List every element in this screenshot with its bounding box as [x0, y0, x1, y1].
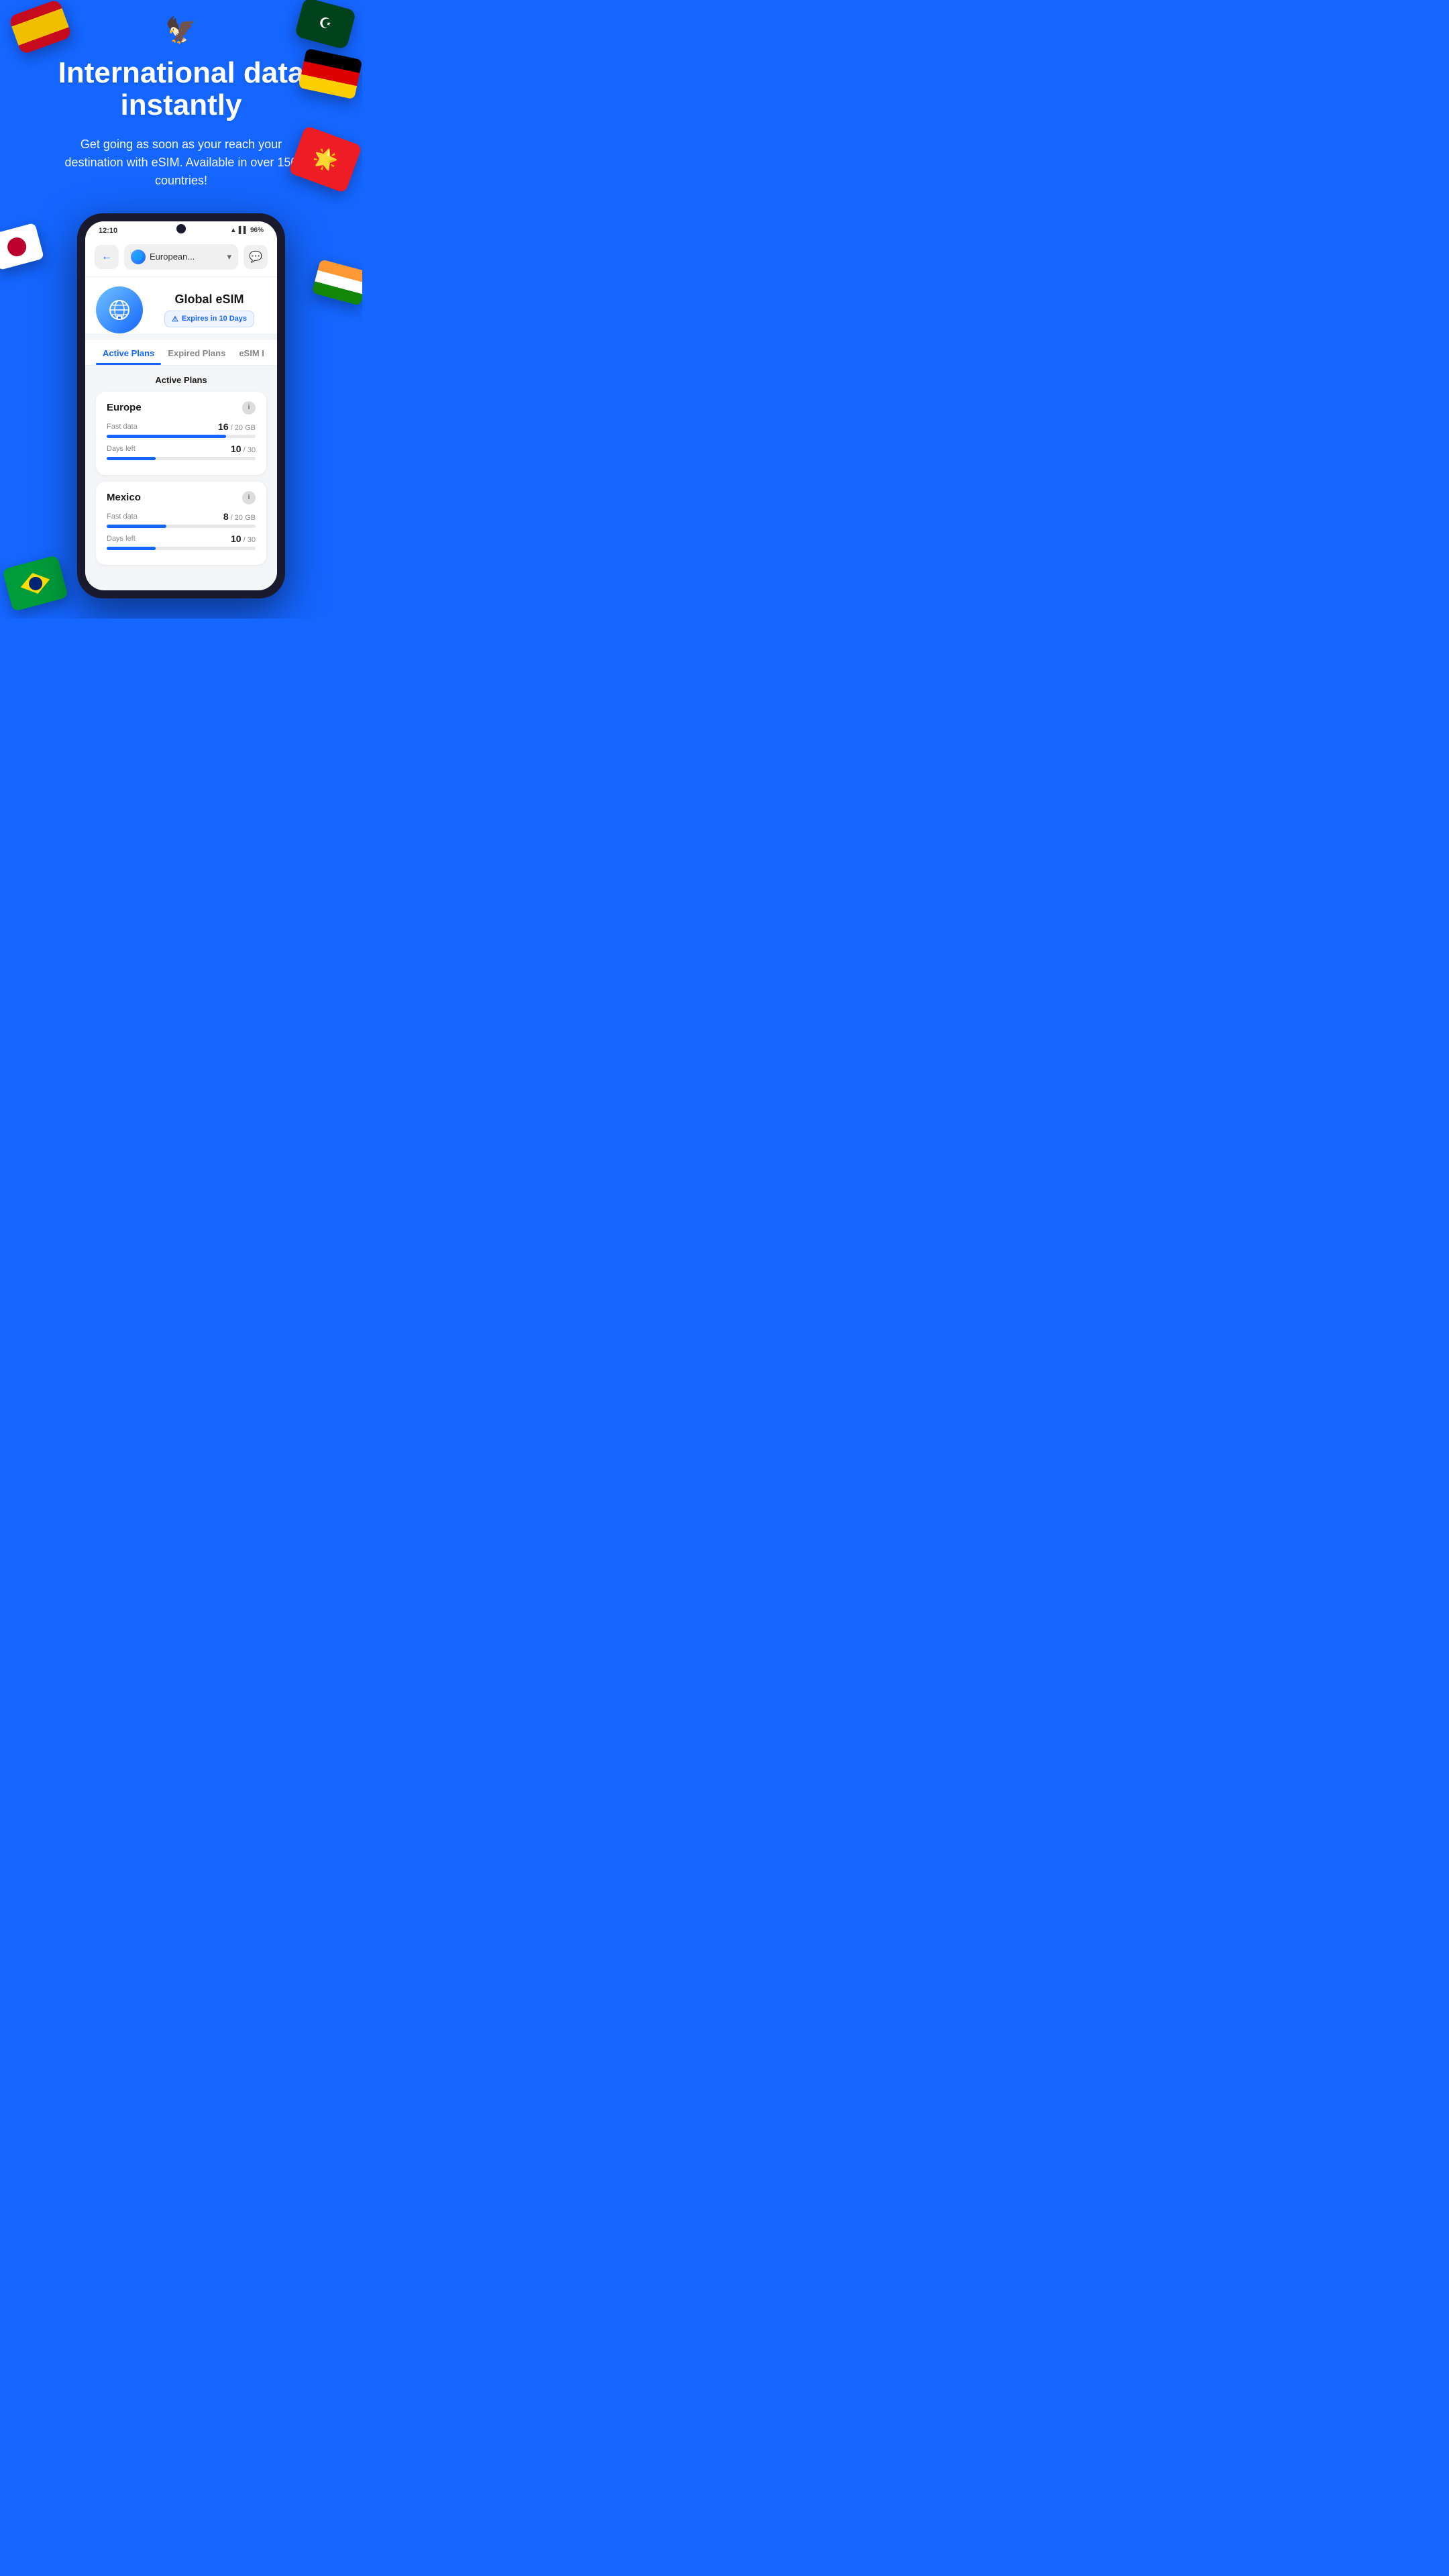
status-time: 12:10 [99, 227, 117, 235]
flag-pakistan: ☪ [294, 0, 357, 50]
plan-europe-name: Europe [107, 402, 142, 413]
tab-active-plans[interactable]: Active Plans [96, 340, 161, 365]
back-icon: ← [101, 251, 112, 263]
location-label: European... [150, 252, 195, 262]
status-icons: ▲ ▌▌ 96% [230, 227, 264, 234]
expires-badge: ⚠ Expires in 10 Days [164, 311, 254, 327]
hero-subtitle: Get going as soon as your reach your des… [54, 136, 309, 190]
camera-notch [176, 224, 186, 233]
signal-icon: ▌▌ [239, 227, 248, 234]
esim-name: Global eSIM [152, 292, 266, 307]
days-progress-europe [107, 457, 256, 460]
plan-card-mexico-header: Mexico i [107, 491, 256, 504]
globe-icon: 🌐 [131, 250, 146, 264]
plan-card-europe-header: Europe i [107, 401, 256, 415]
info-icon-mexico[interactable]: i [242, 491, 256, 504]
esim-profile: Global eSIM ⚠ Expires in 10 Days [85, 277, 277, 333]
back-button[interactable]: ← [95, 245, 119, 269]
data-progress-fill-europe [107, 435, 226, 438]
expires-label: Expires in 10 Days [182, 315, 247, 323]
days-progress-fill-mexico [107, 547, 156, 550]
data-label-europe: Fast data [107, 423, 138, 431]
phone-mockup: 12:10 ▲ ▌▌ 96% ← 🌐 European... [27, 213, 335, 598]
days-label-europe: Days left [107, 445, 136, 453]
data-progress-mexico [107, 525, 256, 528]
esim-globe-icon [96, 286, 143, 333]
phone-frame: 12:10 ▲ ▌▌ 96% ← 🌐 European... [77, 213, 285, 598]
data-label-mexico: Fast data [107, 513, 138, 521]
warning-icon: ⚠ [172, 315, 178, 323]
tabs-container: Active Plans Expired Plans eSIM I [85, 340, 277, 366]
plan-europe-data-row: Fast data 16 / 20 GB [107, 421, 256, 438]
days-progress-fill-europe [107, 457, 156, 460]
plan-mexico-data-row: Fast data 8 / 20 GB [107, 511, 256, 528]
app-logo: 🦅 [154, 13, 208, 47]
plan-card-mexico: Mexico i Fast data 8 / 20 GB [96, 482, 266, 565]
data-progress-europe [107, 435, 256, 438]
tab-esim-info[interactable]: eSIM I [232, 340, 271, 365]
section-active-plans-label: Active Plans [96, 375, 266, 385]
tab-expired-plans[interactable]: Expired Plans [161, 340, 232, 365]
phone-screen: 12:10 ▲ ▌▌ 96% ← 🌐 European... [85, 221, 277, 590]
data-progress-fill-mexico [107, 525, 166, 528]
plan-mexico-days-row: Days left 10 / 30 [107, 533, 256, 550]
wifi-icon: ▲ [230, 227, 237, 234]
data-value-mexico: 8 / 20 GB [223, 511, 256, 522]
flag-spain [8, 0, 72, 55]
info-icon-europe[interactable]: i [242, 401, 256, 415]
plan-mexico-name: Mexico [107, 492, 141, 503]
days-label-mexico: Days left [107, 535, 136, 543]
battery-indicator: 96% [250, 227, 264, 234]
plan-card-europe: Europe i Fast data 16 / 20 GB [96, 392, 266, 475]
days-value-europe: 10 / 30 [231, 443, 256, 454]
plan-europe-days-row: Days left 10 / 30 [107, 443, 256, 460]
esim-info: Global eSIM ⚠ Expires in 10 Days [152, 292, 266, 327]
data-value-europe: 16 / 20 GB [218, 421, 256, 432]
location-selector[interactable]: 🌐 European... ▾ [124, 244, 238, 270]
chat-icon: 💬 [249, 250, 262, 264]
hero-section: ☪ 🌟 🍁 🦅 International data instantly Get… [0, 0, 362, 619]
chat-button[interactable]: 💬 [244, 245, 268, 269]
app-header: ← 🌐 European... ▾ 💬 [85, 237, 277, 277]
days-value-mexico: 10 / 30 [231, 533, 256, 544]
dropdown-icon: ▾ [227, 252, 231, 262]
main-content: Active Plans Europe i Fast data 16 [85, 366, 277, 581]
days-progress-mexico [107, 547, 256, 550]
hero-title: International data instantly [27, 57, 335, 122]
svg-text:🦅: 🦅 [165, 15, 197, 45]
